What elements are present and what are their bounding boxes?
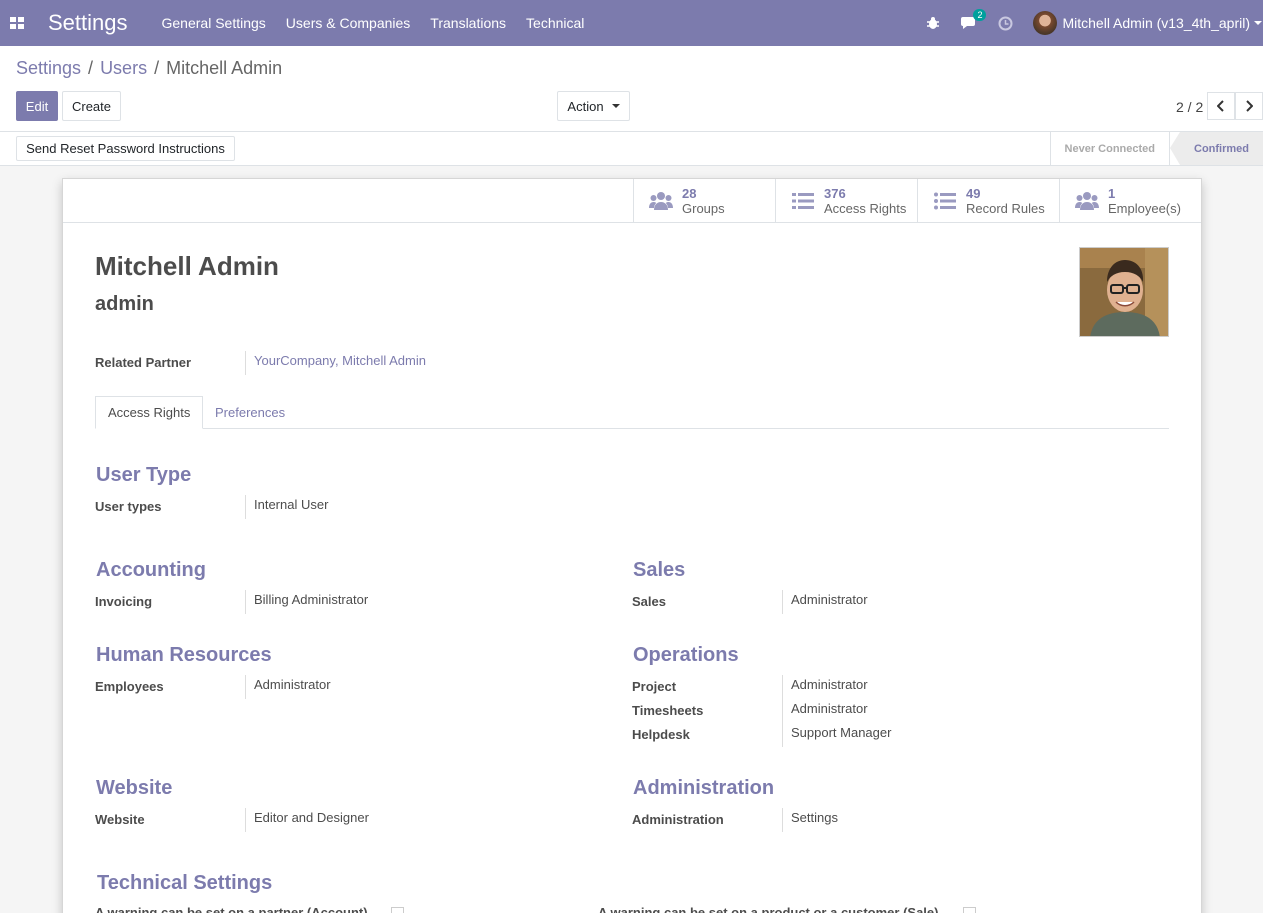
access-rights-count: 376 (824, 185, 846, 201)
users-icon (648, 190, 674, 212)
group-title-technical-settings: Technical Settings (97, 872, 273, 894)
record-rules-count: 49 (966, 185, 981, 201)
access-rights-stat-button[interactable]: 376 Access Rights (775, 179, 917, 222)
menu-general-settings[interactable]: General Settings (162, 15, 266, 31)
form-tabs: Access Rights Preferences (95, 396, 1169, 429)
edit-button[interactable]: Edit (16, 91, 58, 121)
sale-warning-checkbox[interactable] (963, 907, 976, 913)
breadcrumb-current: Mitchell Admin (166, 58, 283, 78)
groups-label: Groups (682, 200, 725, 216)
tab-preferences[interactable]: Preferences (203, 396, 297, 429)
breadcrumb-separator: / (154, 58, 160, 78)
action-dropdown[interactable]: Action (557, 91, 630, 121)
record-rules-label: Record Rules (966, 200, 1045, 216)
breadcrumb-settings[interactable]: Settings (16, 58, 81, 79)
status-confirmed[interactable]: Confirmed (1169, 132, 1263, 165)
sales-label: Sales (632, 594, 666, 609)
partner-warning-label: A warning can be set on a partner (Accou… (95, 905, 368, 913)
clock-icon[interactable] (997, 15, 1013, 31)
timesheets-value[interactable]: Administrator (782, 699, 868, 723)
invoicing-label: Invoicing (95, 594, 153, 609)
menu-translations[interactable]: Translations (430, 15, 506, 31)
related-partner-label: Related Partner (95, 355, 192, 370)
project-label: Project (632, 679, 677, 694)
tab-access-rights[interactable]: Access Rights (95, 396, 204, 429)
breadcrumb-users[interactable]: Users (100, 58, 147, 79)
breadcrumb-separator: / (88, 58, 94, 78)
chevron-right-icon (1246, 100, 1253, 112)
top-navbar: Settings General Settings Users & Compan… (0, 0, 1263, 46)
caret-down-icon (611, 104, 620, 108)
user-menu-name[interactable]: Mitchell Admin (v13_4th_april) (1062, 15, 1250, 31)
apps-menu-icon[interactable] (10, 17, 24, 29)
access-rights-label: Access Rights (824, 200, 907, 216)
form-content-area: 28 Groups 376 Access Rights 49 Record Ru… (0, 166, 1263, 913)
website-label: Website (95, 812, 145, 827)
employees-field-label: Employees (95, 679, 164, 694)
employees-label: Employee(s) (1108, 200, 1181, 216)
user-login: admin (95, 293, 154, 315)
user-types-label: User types (95, 499, 162, 514)
sales-value[interactable]: Administrator (782, 590, 868, 614)
user-name-title: Mitchell Admin (95, 251, 279, 281)
list-icon (932, 190, 958, 212)
employees-stat-button[interactable]: 1 Employee(s) (1059, 179, 1201, 222)
group-title-administration: Administration (633, 777, 775, 799)
users-icon (1074, 190, 1100, 212)
groups-stat-button[interactable]: 28 Groups (633, 179, 775, 222)
partner-warning-checkbox[interactable] (391, 907, 404, 913)
chat-count-badge: 2 (973, 9, 987, 21)
group-title-operations: Operations (633, 644, 739, 666)
employees-field-value[interactable]: Administrator (245, 675, 331, 699)
breadcrumb: Settings / Users / Mitchell Admin (16, 58, 282, 79)
helpdesk-label: Helpdesk (632, 727, 690, 742)
form-sheet: 28 Groups 376 Access Rights 49 Record Ru… (62, 178, 1202, 913)
smart-button-box: 28 Groups 376 Access Rights 49 Record Ru… (63, 179, 1201, 223)
pager-previous-button[interactable] (1207, 92, 1235, 120)
status-steps: Never Connected Confirmed (1049, 132, 1263, 165)
record-rules-stat-button[interactable]: 49 Record Rules (917, 179, 1059, 222)
user-avatar[interactable] (1033, 11, 1058, 35)
group-title-website: Website (96, 777, 173, 799)
chevron-left-icon (1217, 100, 1224, 112)
pager-value[interactable]: 2 / 2 (1176, 99, 1203, 115)
group-title-human-resources: Human Resources (96, 644, 272, 666)
group-title-sales: Sales (633, 559, 686, 581)
sale-warning-label: A warning can be set on a product or a c… (598, 905, 939, 913)
action-label: Action (567, 98, 604, 114)
menu-technical[interactable]: Technical (526, 15, 584, 31)
chat-icon[interactable]: 2 (961, 9, 987, 31)
employees-count: 1 (1108, 185, 1116, 201)
send-reset-password-button[interactable]: Send Reset Password Instructions (16, 136, 235, 161)
statusbar: Send Reset Password Instructions Never C… (0, 132, 1263, 166)
create-button[interactable]: Create (62, 91, 121, 121)
group-title-user-type: User Type (96, 464, 192, 486)
bug-icon[interactable] (925, 15, 941, 31)
project-value[interactable]: Administrator (782, 675, 868, 699)
group-title-accounting: Accounting (96, 559, 206, 581)
chevron-down-icon[interactable] (1254, 21, 1262, 25)
menu-users-companies[interactable]: Users & Companies (286, 15, 411, 31)
website-value[interactable]: Editor and Designer (245, 808, 369, 832)
invoicing-value[interactable]: Billing Administrator (245, 590, 368, 614)
related-partner-link[interactable]: YourCompany, Mitchell Admin (245, 351, 426, 375)
app-title[interactable]: Settings (48, 10, 128, 36)
helpdesk-value[interactable]: Support Manager (782, 723, 891, 747)
timesheets-label: Timesheets (632, 703, 704, 718)
list-icon (790, 190, 816, 212)
status-never-connected[interactable]: Never Connected (1049, 132, 1169, 165)
administration-value[interactable]: Settings (782, 808, 838, 832)
user-types-value[interactable]: Internal User (245, 495, 328, 519)
pager-next-button[interactable] (1235, 92, 1263, 120)
groups-count: 28 (682, 185, 697, 201)
user-photo[interactable] (1079, 247, 1169, 337)
administration-label: Administration (632, 812, 724, 827)
